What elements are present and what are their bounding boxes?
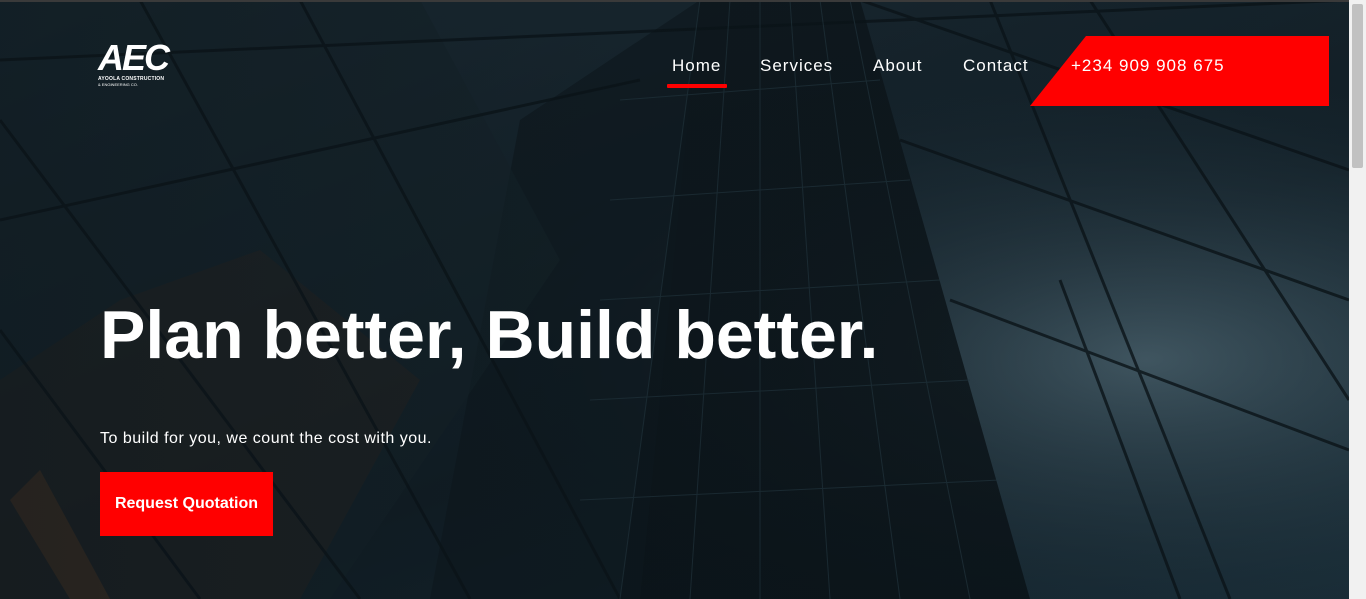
logo-company-sub: & ENGINEERING CO. bbox=[98, 82, 139, 87]
hero-headline: Plan better, Build better. bbox=[100, 297, 879, 373]
scrollbar-thumb[interactable] bbox=[1352, 4, 1363, 168]
brand-logo[interactable]: AEC AYOOLA CONSTRUCTION & ENGINEERING CO… bbox=[98, 40, 188, 96]
page: AEC AYOOLA CONSTRUCTION & ENGINEERING CO… bbox=[0, 0, 1366, 599]
request-quotation-button[interactable]: Request Quotation bbox=[100, 472, 273, 536]
nav-item-services[interactable]: Services bbox=[760, 56, 833, 76]
nav-active-indicator bbox=[667, 84, 727, 88]
nav-item-contact[interactable]: Contact bbox=[963, 56, 1029, 76]
vertical-scrollbar[interactable] bbox=[1349, 0, 1366, 599]
window-top-border bbox=[0, 0, 1366, 2]
logo-mark: AEC bbox=[98, 37, 170, 78]
phone-number[interactable]: +234 909 908 675 bbox=[1071, 56, 1225, 76]
hero-subline: To build for you, we count the cost with… bbox=[100, 430, 432, 447]
nav-item-about[interactable]: About bbox=[873, 56, 922, 76]
nav-item-home[interactable]: Home bbox=[672, 56, 721, 76]
